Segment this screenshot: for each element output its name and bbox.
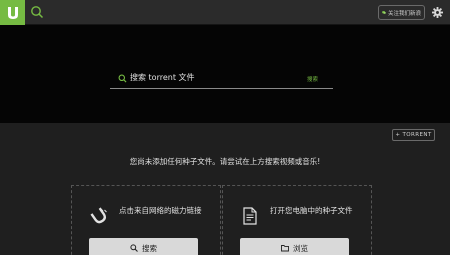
gear-icon[interactable] [432,7,443,18]
follow-us-label: 关注我们新浪 [387,10,421,17]
torrent-search-field[interactable]: 搜索 torrent 文件 搜索 [110,68,333,89]
follow-us-button[interactable]: 关注我们新浪 [378,5,425,20]
add-torrent-button[interactable]: + TORRENT [392,129,435,141]
search-input[interactable]: 搜索 torrent 文件 [130,72,195,83]
local-file-card: 打开您电脑中的种子文件 浏览 [222,185,372,255]
folder-icon [281,245,289,252]
utorrent-logo-icon[interactable] [0,0,25,25]
search-button[interactable]: 搜索 [89,238,198,255]
magnet-card-text: 点击来自网络的磁力链接 [119,206,202,215]
torrent-list-area: + TORRENT 您尚未添加任何种子文件。请尝试在上方搜索视频或音乐! 点击来… [0,123,450,255]
search-hero: 搜索 torrent 文件 搜索 [0,25,450,123]
browse-button[interactable]: 浏览 [240,238,349,255]
magnet-link-card: 点击来自网络的磁力链接 搜索 [71,185,221,255]
search-submit-button[interactable]: 搜索 [307,75,318,83]
magnet-icon [90,207,107,224]
browse-button-label: 浏览 [293,243,308,253]
file-card-text: 打开您电脑中的种子文件 [270,206,353,215]
empty-state-message: 您尚未添加任何种子文件。请尝试在上方搜索视频或音乐! [129,157,321,166]
search-icon [130,244,138,252]
search-button-label: 搜索 [142,243,157,253]
document-icon [243,207,257,225]
wechat-icon [382,11,386,14]
search-icon[interactable] [30,5,44,19]
top-bar: 关注我们新浪 [0,0,450,25]
search-icon [118,74,127,83]
